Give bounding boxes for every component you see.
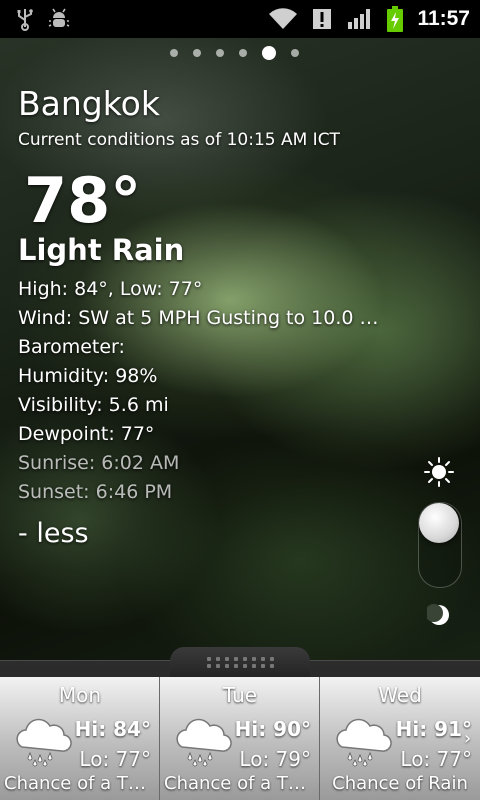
conditions-timestamp: Current conditions as of 10:15 AM ICT [18,130,340,150]
toggle-knob[interactable] [419,503,459,543]
weather-screen: 11:57 Bangkok Current conditions as of 1… [0,0,480,800]
page-dot[interactable] [291,49,299,57]
debug-bug-icon [48,8,70,30]
battery-charging-icon [387,6,404,32]
drawer-handle[interactable] [170,647,310,677]
visibility: Visibility: 5.6 mi [18,394,169,416]
status-bar: 11:57 [0,0,480,38]
forecast-day-name: Wed [378,683,422,707]
page-dot[interactable] [216,49,224,57]
sun-icon [424,457,454,491]
city-name: Bangkok [18,84,160,123]
wifi-icon [269,8,298,30]
sunrise: Sunrise: 6:02 AM [18,452,180,474]
conditions-details: High: 84°, Low: 77° Wind: SW at 5 MPH Gu… [18,275,388,507]
condition-label: Light Rain [18,233,185,267]
current-temperature: 78° [24,164,142,237]
rain-cloud-icon [12,717,72,771]
forecast-day[interactable]: Tue Hi: 90° Lo: 79° Chance of a Thunders… [160,677,320,800]
high-low: High: 84°, Low: 77° [18,278,203,300]
forecast-day[interactable]: Mon Hi: 84° Lo: 77° Chance of a Thunders… [0,677,160,800]
barometer: Barometer: [18,336,125,358]
grip-icon [206,656,274,668]
alert-icon [311,7,333,31]
page-dot[interactable] [239,49,247,57]
forecast-day-name: Mon [58,683,102,707]
humidity: Humidity: 98% [18,365,158,387]
forecast-high: Hi: 90° [234,717,311,741]
usb-icon [16,7,34,31]
forecast-low: Lo: 79° [239,747,311,771]
rain-cloud-icon [172,717,232,771]
forecast-description: Chance of a Thunderstorm [4,773,160,794]
forecast-description: Chance of a Thunderstorm [164,773,320,794]
forecast-strip[interactable]: Mon Hi: 84° Lo: 77° Chance of a Thunders… [0,677,480,800]
forecast-low: Lo: 77° [79,747,151,771]
signal-icon [347,8,373,30]
moon-icon [425,603,451,631]
sunset: Sunset: 6:46 PM [18,481,173,503]
page-dot[interactable] [170,49,178,57]
page-dot-active[interactable] [262,46,276,60]
forecast-high: Hi: 91° [395,717,472,741]
status-time: 11:57 [417,7,470,30]
forecast-description: Chance of Rain [332,773,468,794]
page-indicator[interactable] [170,46,299,60]
page-dot[interactable] [193,49,201,57]
wind: Wind: SW at 5 MPH Gusting to 10.0 MPH [18,307,388,329]
forecast-high: Hi: 84° [74,717,151,741]
rain-cloud-icon [332,717,392,771]
chevron-right-icon[interactable]: › [464,728,471,749]
less-toggle-button[interactable]: - less [18,518,89,549]
forecast-day[interactable]: Wed Hi: 91° Lo: 77° Chance of Rain [320,677,480,800]
forecast-day-name: Tue [222,683,258,707]
forecast-low: Lo: 77° [400,747,472,771]
dewpoint: Dewpoint: 77° [18,423,155,445]
